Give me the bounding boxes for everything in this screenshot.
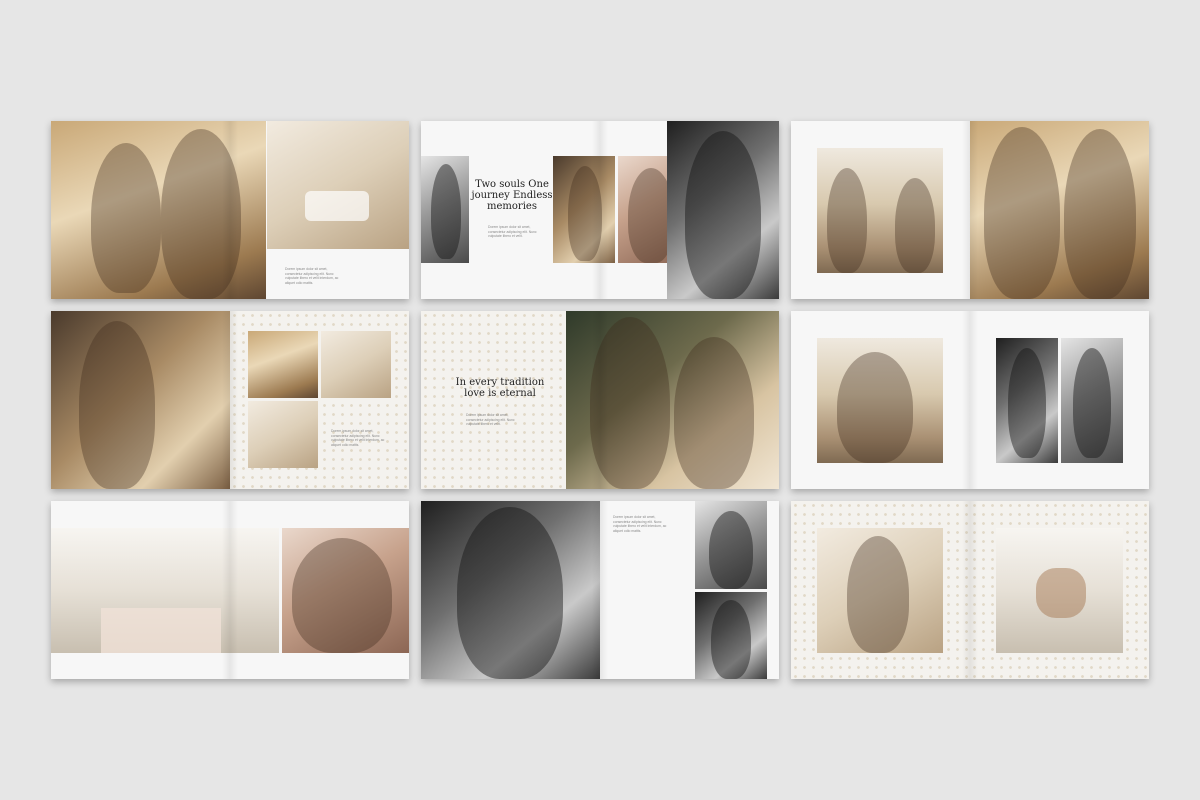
album-spread-5[interactable]: In every tradition love is eternal Dorem… xyxy=(421,311,779,489)
spread-2-caption: Dorem ipsum dolor sit amet, consectetur … xyxy=(488,225,537,239)
photo-couple-ceremony xyxy=(51,121,266,299)
couple-figure xyxy=(837,352,913,463)
groom-figure xyxy=(161,129,241,299)
photo-mandap-stage xyxy=(267,121,409,249)
photo-couple-closeup xyxy=(282,528,409,653)
bride-figure xyxy=(79,321,155,489)
spread-8-caption: Dorem ipsum dolor sit amet, consectetur … xyxy=(613,515,667,533)
groom-figure xyxy=(590,317,670,489)
hands-detail xyxy=(1036,568,1086,618)
photo-couple-embrace-bw xyxy=(421,501,600,679)
photo-groom-bw xyxy=(996,338,1058,463)
photo-couple-garlands xyxy=(817,338,943,463)
photo-hands-necklace xyxy=(248,331,318,398)
photo-holding-hands xyxy=(996,528,1123,653)
groom-figure xyxy=(827,168,867,273)
groom-figure xyxy=(431,164,461,259)
photo-bride-mirror xyxy=(51,311,230,489)
photo-couple-smiling xyxy=(970,121,1149,299)
photo-bride-smiling-bw xyxy=(695,592,767,679)
photo-bride-portrait xyxy=(553,156,615,263)
spread-2-quote: Two souls One journey Endless memories xyxy=(471,179,553,212)
bride-figure xyxy=(91,143,161,293)
photo-fabric-detail xyxy=(248,401,318,468)
groom-figure xyxy=(1008,348,1046,458)
venue-aisle xyxy=(101,608,221,653)
photo-couple-embrace xyxy=(667,121,779,299)
photo-bridal-bouquet xyxy=(321,331,391,398)
bride-figure xyxy=(711,600,751,679)
bride-figure xyxy=(1073,348,1111,458)
album-spread-4[interactable]: Dorem ipsum dolor sit amet, consectetur … xyxy=(51,311,409,489)
album-spread-1[interactable]: Dorem ipsum dolor sit amet, consectetur … xyxy=(51,121,409,299)
photo-couple-stairs-bw xyxy=(695,501,767,589)
groom-figure xyxy=(984,127,1060,299)
spread-1-caption: Dorem ipsum dolor sit amet, consectetur … xyxy=(285,267,339,285)
album-spread-8[interactable]: Dorem ipsum dolor sit amet, consectetur … xyxy=(421,501,779,679)
photo-bride-gift-box xyxy=(817,528,943,653)
album-spread-2[interactable]: Two souls One journey Endless memories D… xyxy=(421,121,779,299)
couple-figure xyxy=(685,131,761,299)
couple-figure xyxy=(292,538,392,653)
photo-couple-walking-hall xyxy=(817,148,943,273)
bride-figure xyxy=(568,166,602,261)
album-spread-3[interactable] xyxy=(791,121,1149,299)
album-spread-6[interactable] xyxy=(791,311,1149,489)
photo-wedding-venue xyxy=(51,528,279,653)
photo-couple-forehead-touch xyxy=(566,311,779,489)
spread-4-caption: Dorem ipsum dolor sit amet, consectetur … xyxy=(331,429,385,447)
bride-figure xyxy=(674,337,754,489)
photo-groom-portrait xyxy=(421,156,469,263)
patterned-page xyxy=(421,311,566,489)
couple-figure xyxy=(457,507,563,679)
bride-figure xyxy=(1064,129,1136,299)
album-spread-7[interactable] xyxy=(51,501,409,679)
photo-bride-bw xyxy=(1061,338,1123,463)
bride-figure xyxy=(847,536,909,653)
spread-5-caption: Dorem ipsum dolor sit amet, consectetur … xyxy=(466,413,515,427)
stage-seat xyxy=(305,191,369,221)
spread-5-quote: In every tradition love is eternal xyxy=(455,377,545,399)
bride-figure xyxy=(895,178,935,273)
couple-figure xyxy=(709,511,753,589)
album-spread-9[interactable] xyxy=(791,501,1149,679)
